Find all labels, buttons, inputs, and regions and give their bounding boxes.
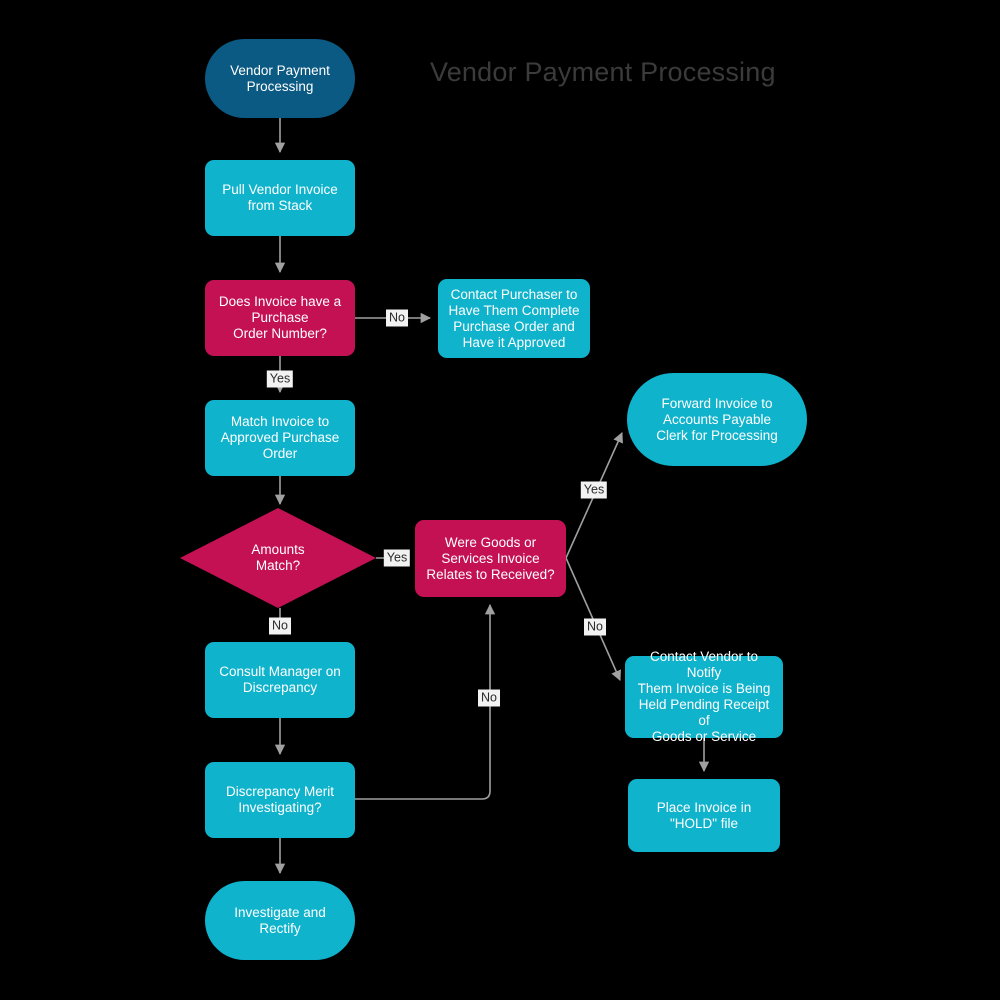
- node-contact_purchaser-label: Contact Purchaser to Have Them Complete …: [448, 286, 580, 350]
- node-start-label: Vendor Payment Processing: [230, 62, 330, 94]
- edge-label-goods_received-to-contact_vendor: No: [584, 618, 606, 636]
- node-consult_manager-label: Consult Manager on Discrepancy: [219, 664, 341, 695]
- node-has_po-label: Does Invoice have a Purchase Order Numbe…: [218, 294, 342, 341]
- node-investigate_rectify[interactable]: Investigate and Rectify: [205, 881, 355, 960]
- node-hold_file-label: Place Invoice in "HOLD" file: [656, 799, 752, 831]
- node-amounts_match[interactable]: Amounts Match?: [180, 508, 376, 608]
- page-title: Vendor Payment Processing: [430, 57, 776, 87]
- edge-label-has_po-to-contact_purchaser: No: [386, 309, 408, 327]
- node-pull_invoice-label: Pull Vendor Invoice from Stack: [222, 182, 338, 213]
- edge-label-amounts_match-to-goods_received: Yes: [383, 549, 411, 567]
- node-forward_invoice-label: Forward Invoice to Accounts Payable Cler…: [656, 395, 778, 443]
- edge-label-merit_investigating-to-goods_received: No: [478, 689, 500, 707]
- node-contact_vendor-label: Contact Vendor to Notify Them Invoice is…: [637, 649, 771, 744]
- node-match_invoice-label: Match Invoice to Approved Purchase Order: [220, 414, 340, 461]
- node-consult_manager[interactable]: Consult Manager on Discrepancy: [205, 642, 355, 718]
- node-pull_invoice[interactable]: Pull Vendor Invoice from Stack: [205, 160, 355, 236]
- flowchart-canvas: Vendor Payment Processing Vendor Payment…: [0, 0, 1000, 1000]
- node-hold_file[interactable]: Place Invoice in "HOLD" file: [628, 779, 780, 852]
- node-match_invoice[interactable]: Match Invoice to Approved Purchase Order: [205, 400, 355, 476]
- node-has_po[interactable]: Does Invoice have a Purchase Order Numbe…: [205, 280, 355, 356]
- node-contact_vendor[interactable]: Contact Vendor to Notify Them Invoice is…: [625, 649, 783, 744]
- edge-layer: [274, 118, 710, 875]
- node-goods_received-label: Were Goods or Services Invoice Relates t…: [426, 534, 555, 582]
- node-merit_investigating-label: Discrepancy Merit Investigating?: [225, 784, 335, 815]
- edge-label-goods_received-to-forward_invoice: Yes: [580, 481, 608, 499]
- node-investigate_rectify-label: Investigate and Rectify: [234, 904, 326, 936]
- node-contact_purchaser[interactable]: Contact Purchaser to Have Them Complete …: [438, 279, 590, 358]
- node-goods_received[interactable]: Were Goods or Services Invoice Relates t…: [415, 520, 566, 597]
- node-merit_investigating[interactable]: Discrepancy Merit Investigating?: [205, 762, 355, 838]
- edge-label-amounts_match-to-consult_manager: No: [269, 617, 291, 635]
- edge-merit_investigating-to-goods_received: [355, 603, 496, 800]
- node-amounts_match-label: Amounts Match?: [251, 542, 305, 573]
- node-forward_invoice[interactable]: Forward Invoice to Accounts Payable Cler…: [627, 373, 807, 466]
- edge-label-has_po-to-match_invoice: Yes: [266, 370, 294, 388]
- node-start[interactable]: Vendor Payment Processing: [205, 39, 355, 118]
